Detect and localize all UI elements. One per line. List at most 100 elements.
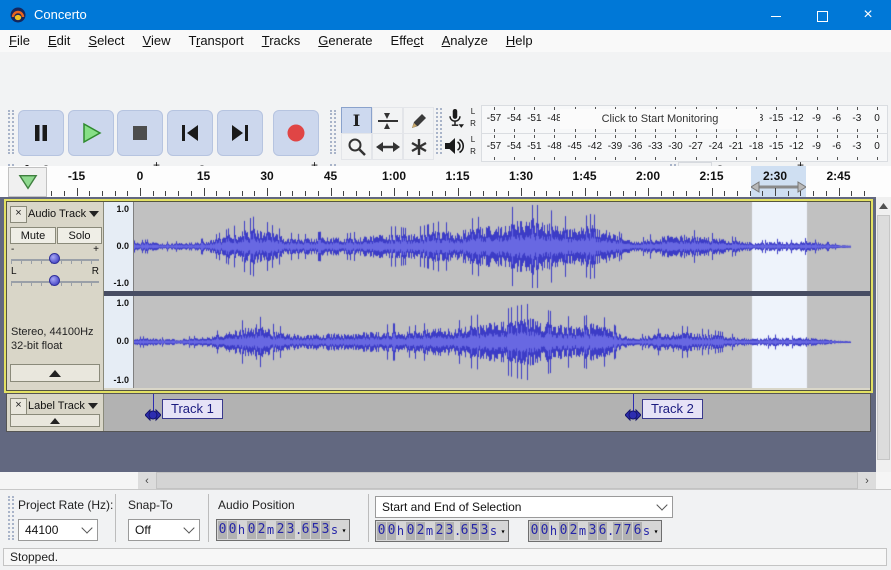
track-close-button[interactable]: × [10, 206, 27, 223]
pause-button[interactable] [18, 110, 64, 156]
menu-item-view[interactable]: View [134, 30, 180, 52]
waveform-left-channel[interactable] [134, 202, 870, 291]
label-text[interactable]: Track 2 [642, 399, 703, 419]
envelope-tool-button[interactable] [372, 107, 403, 134]
time-digit[interactable]: 0 [530, 522, 539, 540]
pan-slider[interactable]: L R [11, 266, 99, 290]
time-digit[interactable]: 3 [588, 522, 597, 540]
track-collapse-button[interactable] [10, 364, 100, 382]
vertical-scrollbar[interactable] [876, 197, 891, 472]
project-rate-select[interactable]: 44100 [18, 519, 98, 541]
play-button[interactable] [68, 110, 114, 156]
vertical-ruler-left[interactable]: 1.0 0.0 -1.0 [104, 202, 134, 291]
mute-button[interactable]: Mute [10, 227, 56, 244]
selection-start-field[interactable]: 0 0 h 0 2 m 2 3. 6 5 3 s ▾ [375, 520, 509, 542]
time-unit[interactable]: h [396, 522, 405, 540]
menu-item-help[interactable]: Help [497, 30, 542, 52]
audio-position-field[interactable]: 0 0 h 0 2 m 2 3. 6 5 3 s ▾ [216, 519, 350, 541]
selection-toolbar-grip[interactable] [8, 496, 14, 540]
time-digit[interactable]: 7 [613, 522, 622, 540]
record-meter-mic-icon[interactable] [446, 107, 464, 129]
waveform-right-channel[interactable] [134, 296, 870, 388]
menu-item-effect[interactable]: Effect [382, 30, 433, 52]
maximize-button[interactable] [799, 0, 845, 30]
time-digit[interactable]: 2 [416, 522, 425, 540]
skip-to-end-button[interactable] [217, 110, 263, 156]
vertical-scroll-thumb[interactable] [877, 215, 890, 460]
stop-button[interactable] [117, 110, 163, 156]
track-title-menu[interactable]: Label Track [28, 398, 98, 413]
slider-thumb[interactable] [49, 253, 60, 264]
quick-play-button[interactable] [8, 167, 47, 197]
scroll-right-button[interactable]: › [858, 472, 876, 489]
play-meter-speaker-icon[interactable] [444, 136, 466, 156]
label-marker-icon[interactable] [145, 408, 161, 422]
audio-track[interactable]: × Audio Track Mute Solo - + L R Stereo, … [6, 201, 871, 391]
time-digit[interactable]: 0 [559, 522, 568, 540]
time-unit[interactable]: h [549, 522, 558, 540]
timeline-ruler[interactable]: -15 0 15 30 45 1:00 1:15 1:30 1:45 2:00 2:15 2:30 2:… [0, 166, 891, 198]
skip-to-start-button[interactable] [167, 110, 213, 156]
meter-toolbar-grip[interactable] [436, 108, 442, 154]
monitoring-hint[interactable]: Click to Start Monitoring [560, 109, 760, 129]
time-digit[interactable]: 6 [301, 521, 310, 539]
label-marker-icon[interactable] [625, 408, 641, 422]
time-digit[interactable]: 2 [276, 521, 285, 539]
time-unit[interactable]: s [489, 522, 498, 540]
selection-tool-button[interactable]: I [341, 107, 372, 134]
time-shift-tool-button[interactable] [372, 133, 403, 160]
time-unit[interactable]: h [237, 521, 246, 539]
menu-item-transport[interactable]: Transport [180, 30, 253, 52]
time-unit[interactable]: s [330, 521, 339, 539]
label-track-content[interactable]: Track 1 Track 2 [104, 394, 868, 429]
time-digit[interactable]: 0 [387, 522, 396, 540]
minimize-button[interactable] [753, 0, 799, 30]
recording-meter[interactable]: -57-54-51-48-45-42-39-36-33-30-27-24-21-… [481, 105, 888, 134]
time-unit[interactable]: . [295, 521, 302, 539]
time-unit[interactable]: s [642, 522, 651, 540]
zoom-tool-button[interactable] [341, 133, 372, 160]
horizontal-scrollbar[interactable]: ‹ › [138, 472, 876, 489]
menu-item-tracks[interactable]: Tracks [253, 30, 310, 52]
time-unit[interactable]: . [607, 522, 614, 540]
track-title-menu[interactable]: Audio Track [28, 206, 100, 221]
menu-item-file[interactable]: File [0, 30, 39, 52]
transport-toolbar-grip[interactable] [8, 110, 14, 154]
time-digit[interactable]: 5 [470, 522, 479, 540]
time-scale[interactable]: -15 0 15 30 45 1:00 1:15 1:30 1:45 2:00 2:15 2:30 2:… [45, 166, 869, 197]
time-digit[interactable]: 2 [257, 521, 266, 539]
time-digit[interactable]: 0 [540, 522, 549, 540]
vertical-ruler-right[interactable]: 1.0 0.0 -1.0 [104, 296, 134, 388]
snap-to-select[interactable]: Off [128, 519, 200, 541]
menu-item-select[interactable]: Select [79, 30, 133, 52]
time-unit[interactable]: . [454, 522, 461, 540]
time-digit[interactable]: 5 [311, 521, 320, 539]
time-digit[interactable]: 2 [569, 522, 578, 540]
time-digit[interactable]: 0 [247, 521, 256, 539]
time-digit[interactable]: 0 [228, 521, 237, 539]
close-button[interactable]: × [845, 0, 891, 30]
time-unit[interactable]: m [266, 521, 275, 539]
horizontal-scroll-thumb[interactable] [156, 472, 858, 489]
solo-button[interactable]: Solo [57, 227, 102, 244]
chevron-down-icon[interactable]: ▾ [339, 526, 349, 535]
time-digit[interactable]: 0 [377, 522, 386, 540]
label-text[interactable]: Track 1 [162, 399, 223, 419]
multi-tool-button[interactable] [403, 133, 434, 160]
selection-mode-select[interactable]: Start and End of Selection [375, 496, 673, 518]
time-unit[interactable]: m [425, 522, 434, 540]
time-digit[interactable]: 6 [633, 522, 642, 540]
chevron-down-icon[interactable]: ▾ [651, 527, 661, 536]
track-collapse-button[interactable] [10, 414, 100, 427]
chevron-down-icon[interactable]: ▾ [498, 527, 508, 536]
menu-item-analyze[interactable]: Analyze [433, 30, 497, 52]
draw-tool-button[interactable] [403, 107, 434, 134]
selection-end-field[interactable]: 0 0 h 0 2 m 3 6. 7 7 6 s ▾ [528, 520, 662, 542]
time-digit[interactable]: 2 [435, 522, 444, 540]
time-digit[interactable]: 3 [445, 522, 454, 540]
record-button[interactable] [273, 110, 319, 156]
time-digit[interactable]: 0 [406, 522, 415, 540]
scroll-up-button[interactable] [876, 197, 891, 214]
time-digit[interactable]: 6 [460, 522, 469, 540]
menu-item-edit[interactable]: Edit [39, 30, 79, 52]
